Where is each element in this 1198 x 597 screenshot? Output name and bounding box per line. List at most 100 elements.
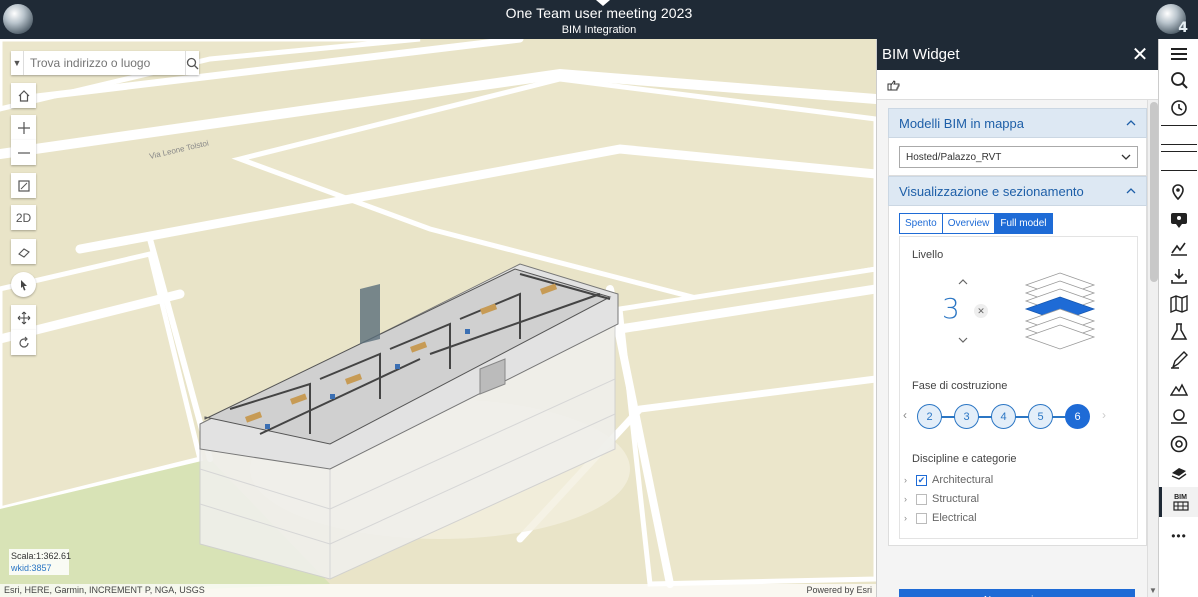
section-title-models: Modelli BIM in mappa xyxy=(899,115,1024,131)
search-input[interactable] xyxy=(24,52,185,74)
scale-readout: Scala:1:362.61 wkid:3857 xyxy=(9,549,71,575)
chevron-down-icon xyxy=(1121,154,1131,160)
mode-segmented-control: Spento Overview Full model xyxy=(899,213,1053,234)
draw-line-icon[interactable] xyxy=(1161,125,1197,145)
discipline-item-electrical[interactable]: › Electrical xyxy=(904,512,977,524)
bim-chair xyxy=(265,424,270,429)
zoom-out-button[interactable] xyxy=(11,140,36,165)
scrollbar-thumb[interactable] xyxy=(1150,102,1158,282)
widget-rail: BIM ••• xyxy=(1158,39,1198,597)
mode-full-model-button[interactable]: Full model xyxy=(995,214,1052,233)
level-up-icon[interactable] xyxy=(958,279,968,285)
discipline-label: Structural xyxy=(932,493,980,505)
map-pin-icon[interactable] xyxy=(1168,209,1190,231)
header-notch-icon[interactable] xyxy=(596,0,610,6)
bim-stair-tower xyxy=(360,284,380,344)
discipline-item-architectural[interactable]: › ✔ Architectural xyxy=(904,474,993,486)
scroll-down-icon[interactable]: ▼ xyxy=(1149,586,1157,595)
cursor-icon xyxy=(20,279,27,290)
fullscreen-icon xyxy=(17,179,30,192)
rotate-button[interactable] xyxy=(11,330,36,355)
phase-6-button[interactable]: 6 xyxy=(1065,404,1090,429)
elevation-profile-icon[interactable] xyxy=(1168,237,1190,259)
wkid-text[interactable]: wkid:3857 xyxy=(11,562,67,574)
sketch-icon[interactable] xyxy=(1168,349,1190,371)
help-lifebuoy-icon[interactable] xyxy=(1168,433,1190,455)
phase-2-button[interactable]: 2 xyxy=(917,404,942,429)
discipline-item-structural[interactable]: › Structural xyxy=(904,493,979,505)
pointer-hand-icon[interactable] xyxy=(887,79,901,91)
home-button[interactable] xyxy=(11,83,36,108)
more-icon[interactable]: ••• xyxy=(1168,525,1190,547)
section-title-visualization: Visualizzazione e sezionamento xyxy=(899,183,1084,199)
globe-badge-icon[interactable]: 4 xyxy=(1156,4,1188,36)
menu-icon[interactable] xyxy=(1168,43,1190,65)
app-header: One Team user meeting 2023 BIM Integrati… xyxy=(0,0,1198,39)
checkbox-structural[interactable] xyxy=(916,493,927,505)
phase-3-button[interactable]: 3 xyxy=(954,404,979,429)
panel-title: BIM Widget xyxy=(882,46,960,63)
map-view[interactable]: Via Leone Tolstoi ▼ Trova indirizzo o lu… xyxy=(0,39,876,597)
section-body-models: Hosted/Palazzo_RVT xyxy=(888,138,1147,176)
model-select[interactable]: Hosted/Palazzo_RVT xyxy=(899,146,1138,168)
close-icon[interactable]: ✕ xyxy=(1130,45,1150,65)
phase-4-button[interactable]: 4 xyxy=(991,404,1016,429)
phase-prev-icon[interactable]: ‹ xyxy=(903,408,907,422)
phase-next-icon[interactable]: › xyxy=(1102,408,1106,422)
bim-widget-panel: BIM Widget ✕ Modelli BIM in mappa Hosted… xyxy=(876,39,1159,597)
minus-icon xyxy=(17,151,30,154)
map-parcel xyxy=(231,76,876,302)
bim-widget-icon[interactable]: BIM xyxy=(1159,487,1198,517)
attribution-bar: Esri, HERE, Garmin, INCREMENT P, NGA, US… xyxy=(0,584,876,597)
select-button[interactable] xyxy=(11,272,36,297)
mode-overview-button[interactable]: Overview xyxy=(943,214,996,233)
section-header-visualization[interactable]: Visualizzazione e sezionamento xyxy=(888,176,1147,206)
pan-button[interactable] xyxy=(11,305,36,330)
version-badge: 4 xyxy=(1178,20,1188,36)
chevron-up-icon xyxy=(1126,120,1136,126)
move-icon xyxy=(17,311,30,324)
map-street-label: Via Leone Tolstoi xyxy=(148,138,209,160)
toggle-2d-button[interactable]: 2D xyxy=(11,205,36,230)
discipline-label: Electrical xyxy=(932,512,977,524)
level-label: Livello xyxy=(912,249,944,261)
phase-label: Fase di costruzione xyxy=(912,380,1008,392)
level-down-icon[interactable] xyxy=(958,337,968,343)
daylight-icon[interactable] xyxy=(1168,405,1190,427)
checkbox-architectural[interactable]: ✔ xyxy=(916,474,927,486)
layers-button[interactable] xyxy=(11,239,36,264)
download-icon[interactable] xyxy=(1168,265,1190,287)
powered-by-text[interactable]: Powered by Esri xyxy=(806,584,872,597)
section-header-models[interactable]: Modelli BIM in mappa xyxy=(888,108,1147,138)
zoom-search-icon[interactable] xyxy=(1168,69,1190,91)
plus-icon xyxy=(17,121,30,134)
search-icon[interactable] xyxy=(185,51,199,75)
new-section-button[interactable]: Nuova sezione xyxy=(899,589,1135,597)
expand-chevron-icon[interactable]: › xyxy=(904,494,914,504)
level-clear-icon[interactable]: ✕ xyxy=(974,304,988,318)
terrain-icon[interactable] xyxy=(1168,377,1190,399)
level-value: 3 xyxy=(942,292,960,325)
phase-5-button[interactable]: 5 xyxy=(1028,404,1053,429)
panel-body[interactable]: Modelli BIM in mappa Hosted/Palazzo_RVT … xyxy=(877,100,1159,597)
level-stack-icon xyxy=(1024,272,1096,350)
expand-chevron-icon[interactable]: › xyxy=(904,513,914,523)
basemap-gallery-icon[interactable] xyxy=(1168,293,1190,315)
analysis-flask-icon[interactable] xyxy=(1168,321,1190,343)
mode-off-button[interactable]: Spento xyxy=(900,214,943,233)
search-widget: ▼ xyxy=(11,51,199,75)
attribution-text: Esri, HERE, Garmin, INCREMENT P, NGA, US… xyxy=(4,585,205,595)
chevron-up-icon xyxy=(1126,188,1136,194)
measure-line-icon[interactable] xyxy=(1161,151,1197,171)
location-history-icon[interactable] xyxy=(1168,97,1190,119)
app-title: One Team user meeting 2023 xyxy=(505,5,693,21)
expand-chevron-icon[interactable]: › xyxy=(904,475,914,485)
3d-layer-icon[interactable] xyxy=(1168,461,1190,483)
fullscreen-button[interactable] xyxy=(11,173,36,198)
bim-icon-label: BIM xyxy=(1174,493,1187,501)
search-source-dropdown-icon[interactable]: ▼ xyxy=(11,51,24,75)
checkbox-electrical[interactable] xyxy=(916,512,927,524)
xy-location-icon[interactable] xyxy=(1168,181,1190,203)
zoom-in-button[interactable] xyxy=(11,115,36,140)
panel-header: BIM Widget ✕ xyxy=(877,39,1158,70)
